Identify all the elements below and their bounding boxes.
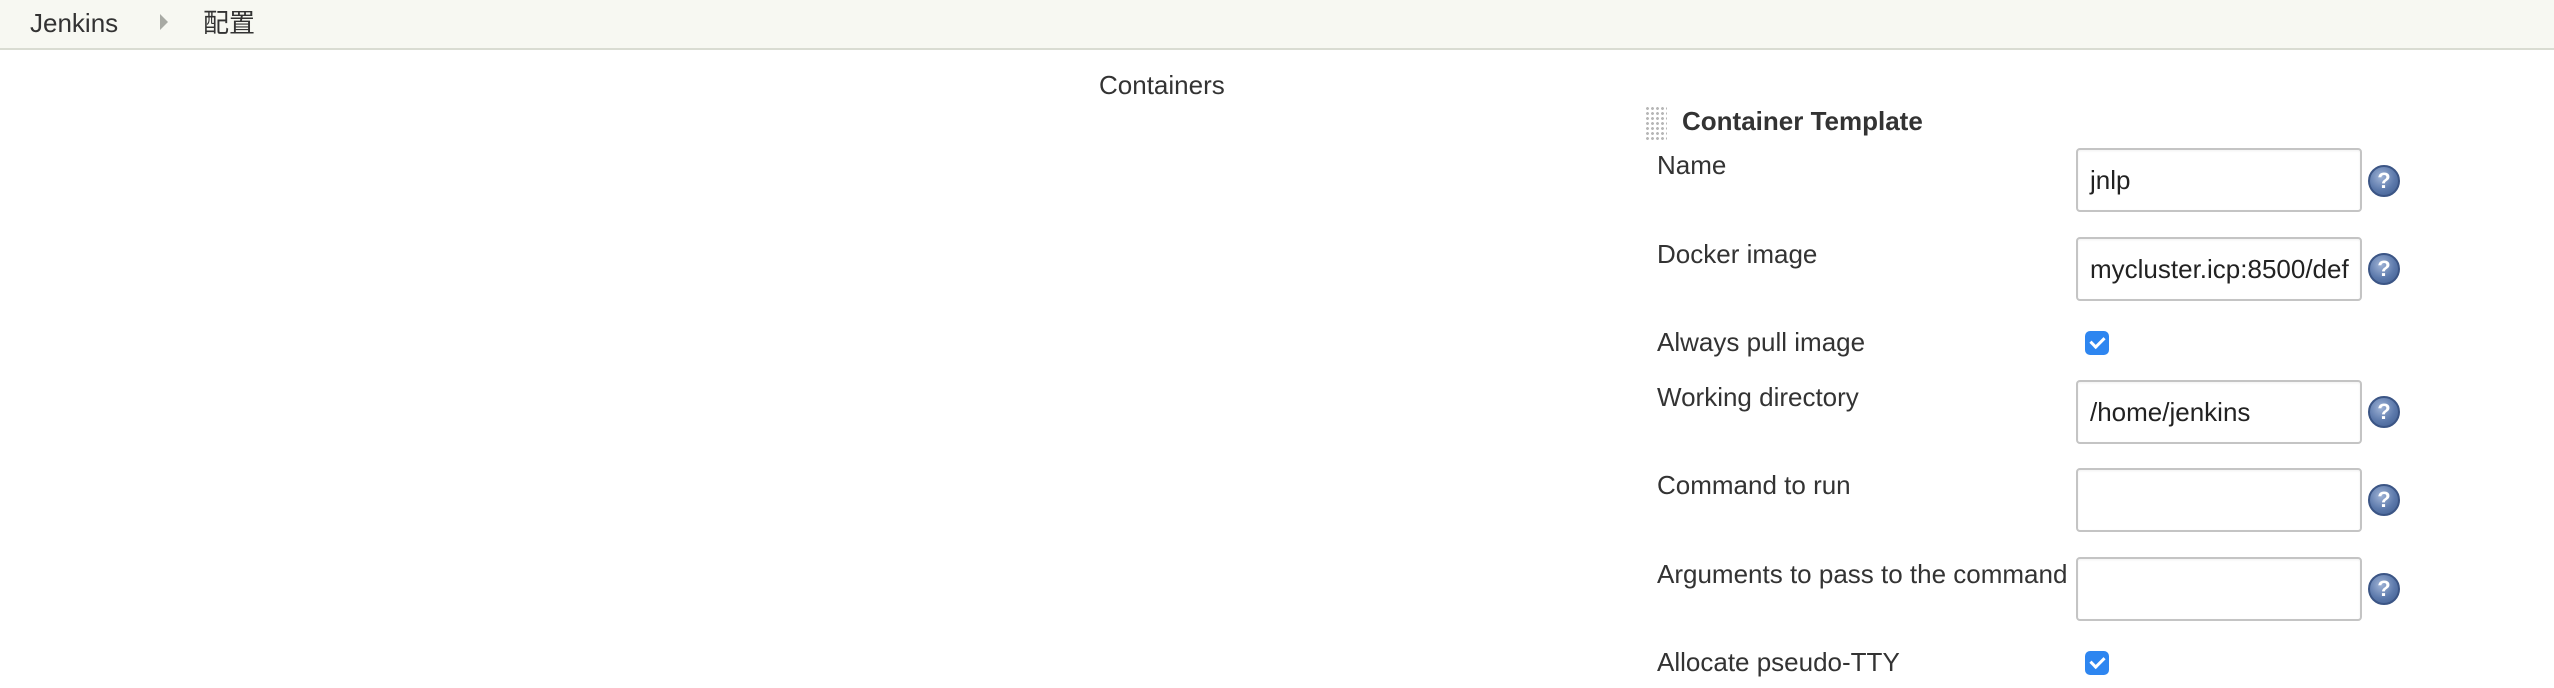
containers-label: Containers: [1099, 70, 1225, 100]
help-icon[interactable]: ?: [2368, 253, 2400, 285]
docker-image-input[interactable]: mycluster.icp:8500/def: [2076, 237, 2362, 301]
name-label: Name: [1657, 150, 1727, 180]
always-pull-label: Always pull image: [1657, 327, 1866, 357]
pseudo-tty-checkbox[interactable]: [2085, 651, 2109, 675]
always-pull-checkbox[interactable]: [2085, 331, 2109, 355]
arguments-input[interactable]: [2076, 557, 2362, 621]
working-directory-input[interactable]: /home/jenkins: [2076, 380, 2362, 444]
breadcrumb-config-link[interactable]: 配置: [203, 6, 255, 40]
name-input[interactable]: jnlp: [2076, 148, 2362, 212]
working-directory-label: Working directory: [1657, 382, 1859, 412]
help-icon[interactable]: ?: [2368, 484, 2400, 516]
drag-handle-icon[interactable]: [1645, 106, 1667, 140]
help-icon[interactable]: ?: [2368, 573, 2400, 605]
help-icon[interactable]: ?: [2368, 165, 2400, 197]
chevron-right-icon[interactable]: [160, 14, 168, 30]
command-input[interactable]: [2076, 468, 2362, 532]
pseudo-tty-label: Allocate pseudo-TTY: [1657, 647, 1900, 677]
container-template-title: Container Template: [1682, 106, 1923, 136]
docker-image-label: Docker image: [1657, 239, 1818, 269]
help-icon[interactable]: ?: [2368, 396, 2400, 428]
arguments-label: Arguments to pass to the command: [1657, 559, 2068, 589]
breadcrumb-jenkins-link[interactable]: Jenkins: [30, 6, 118, 40]
breadcrumb: Jenkins 配置: [0, 0, 2554, 50]
command-label: Command to run: [1657, 470, 1851, 500]
